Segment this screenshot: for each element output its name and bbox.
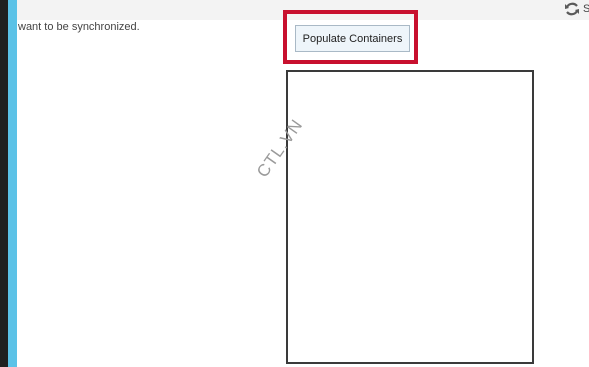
description-text: want to be synchronized. (18, 21, 140, 33)
top-bar-truncated-label[interactable]: S (583, 2, 589, 16)
left-window-edge (0, 0, 8, 367)
page: S want to be synchronized. Populate Cont… (0, 0, 589, 367)
sync-icon[interactable] (564, 1, 580, 17)
populate-containers-button[interactable]: Populate Containers (295, 25, 410, 52)
left-accent-bar (8, 0, 17, 367)
containers-panel (286, 70, 534, 364)
